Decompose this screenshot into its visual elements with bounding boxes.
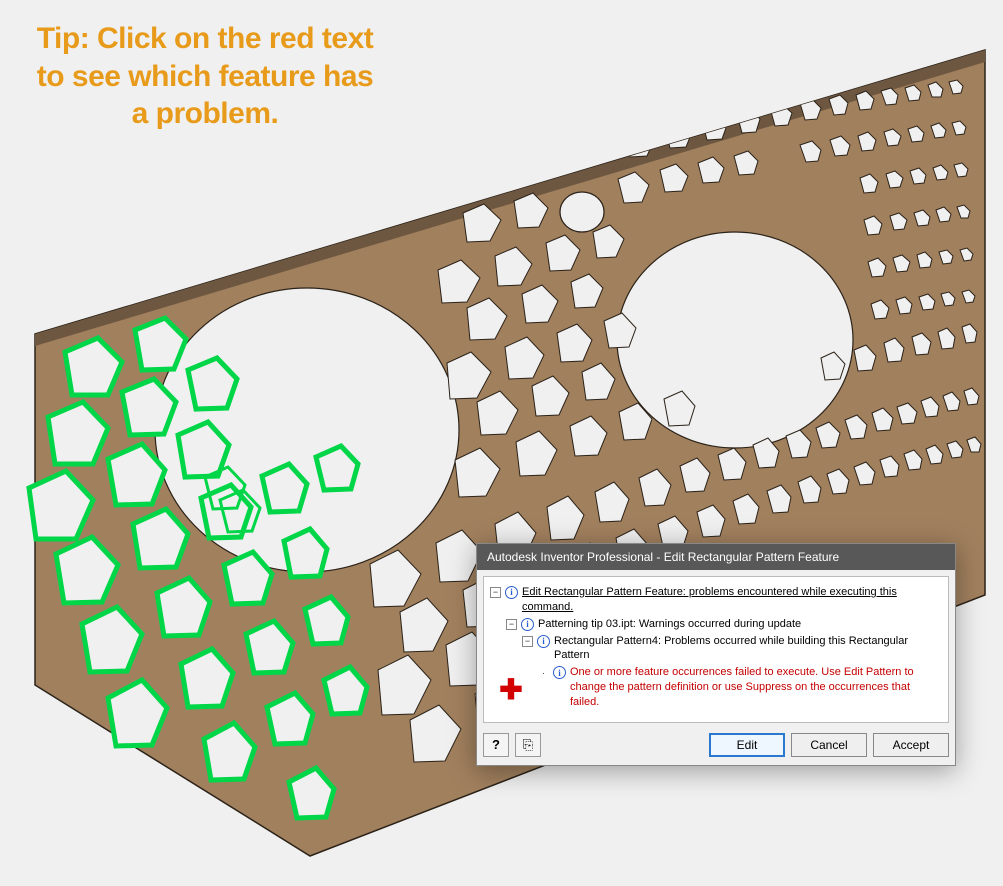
- tree-error-row: · i One or more feature occurrences fail…: [490, 665, 942, 710]
- info-icon: i: [537, 635, 550, 648]
- tree-root-row: − i Edit Rectangular Pattern Feature: pr…: [490, 585, 942, 615]
- expand-icon[interactable]: −: [506, 619, 517, 630]
- tree-file-row: − i Patterning tip 03.ipt: Warnings occu…: [490, 617, 942, 632]
- dialog-title: Autodesk Inventor Professional - Edit Re…: [477, 544, 955, 570]
- leaf-icon: ·: [538, 667, 549, 678]
- help-icon: ?: [492, 737, 500, 752]
- dialog-button-bar: ? ⎘ Edit Cancel Accept: [477, 729, 955, 765]
- copy-button[interactable]: ⎘: [515, 733, 541, 757]
- edit-button[interactable]: Edit: [709, 733, 785, 757]
- cancel-button[interactable]: Cancel: [791, 733, 867, 757]
- expand-icon[interactable]: −: [490, 587, 501, 598]
- info-icon: i: [553, 666, 566, 679]
- help-button[interactable]: ?: [483, 733, 509, 757]
- tree-root-text[interactable]: Edit Rectangular Pattern Feature: proble…: [522, 585, 942, 615]
- error-dialog: Autodesk Inventor Professional - Edit Re…: [476, 543, 956, 766]
- tip-overlay: Tip: Click on the red text to see which …: [25, 20, 385, 133]
- copy-icon: ⎘: [523, 737, 533, 753]
- info-icon: i: [505, 586, 518, 599]
- error-tree: ✚ − i Edit Rectangular Pattern Feature: …: [490, 585, 942, 710]
- tree-feature-text[interactable]: Rectangular Pattern4: Problems occurred …: [554, 634, 942, 664]
- expand-icon[interactable]: −: [522, 636, 533, 647]
- info-icon: i: [521, 618, 534, 631]
- tree-file-text[interactable]: Patterning tip 03.ipt: Warnings occurred…: [538, 617, 942, 632]
- dialog-body: ✚ − i Edit Rectangular Pattern Feature: …: [483, 576, 949, 723]
- tree-feature-row: − i Rectangular Pattern4: Problems occur…: [490, 634, 942, 664]
- tree-error-text[interactable]: One or more feature occurrences failed t…: [570, 665, 942, 710]
- accept-button[interactable]: Accept: [873, 733, 949, 757]
